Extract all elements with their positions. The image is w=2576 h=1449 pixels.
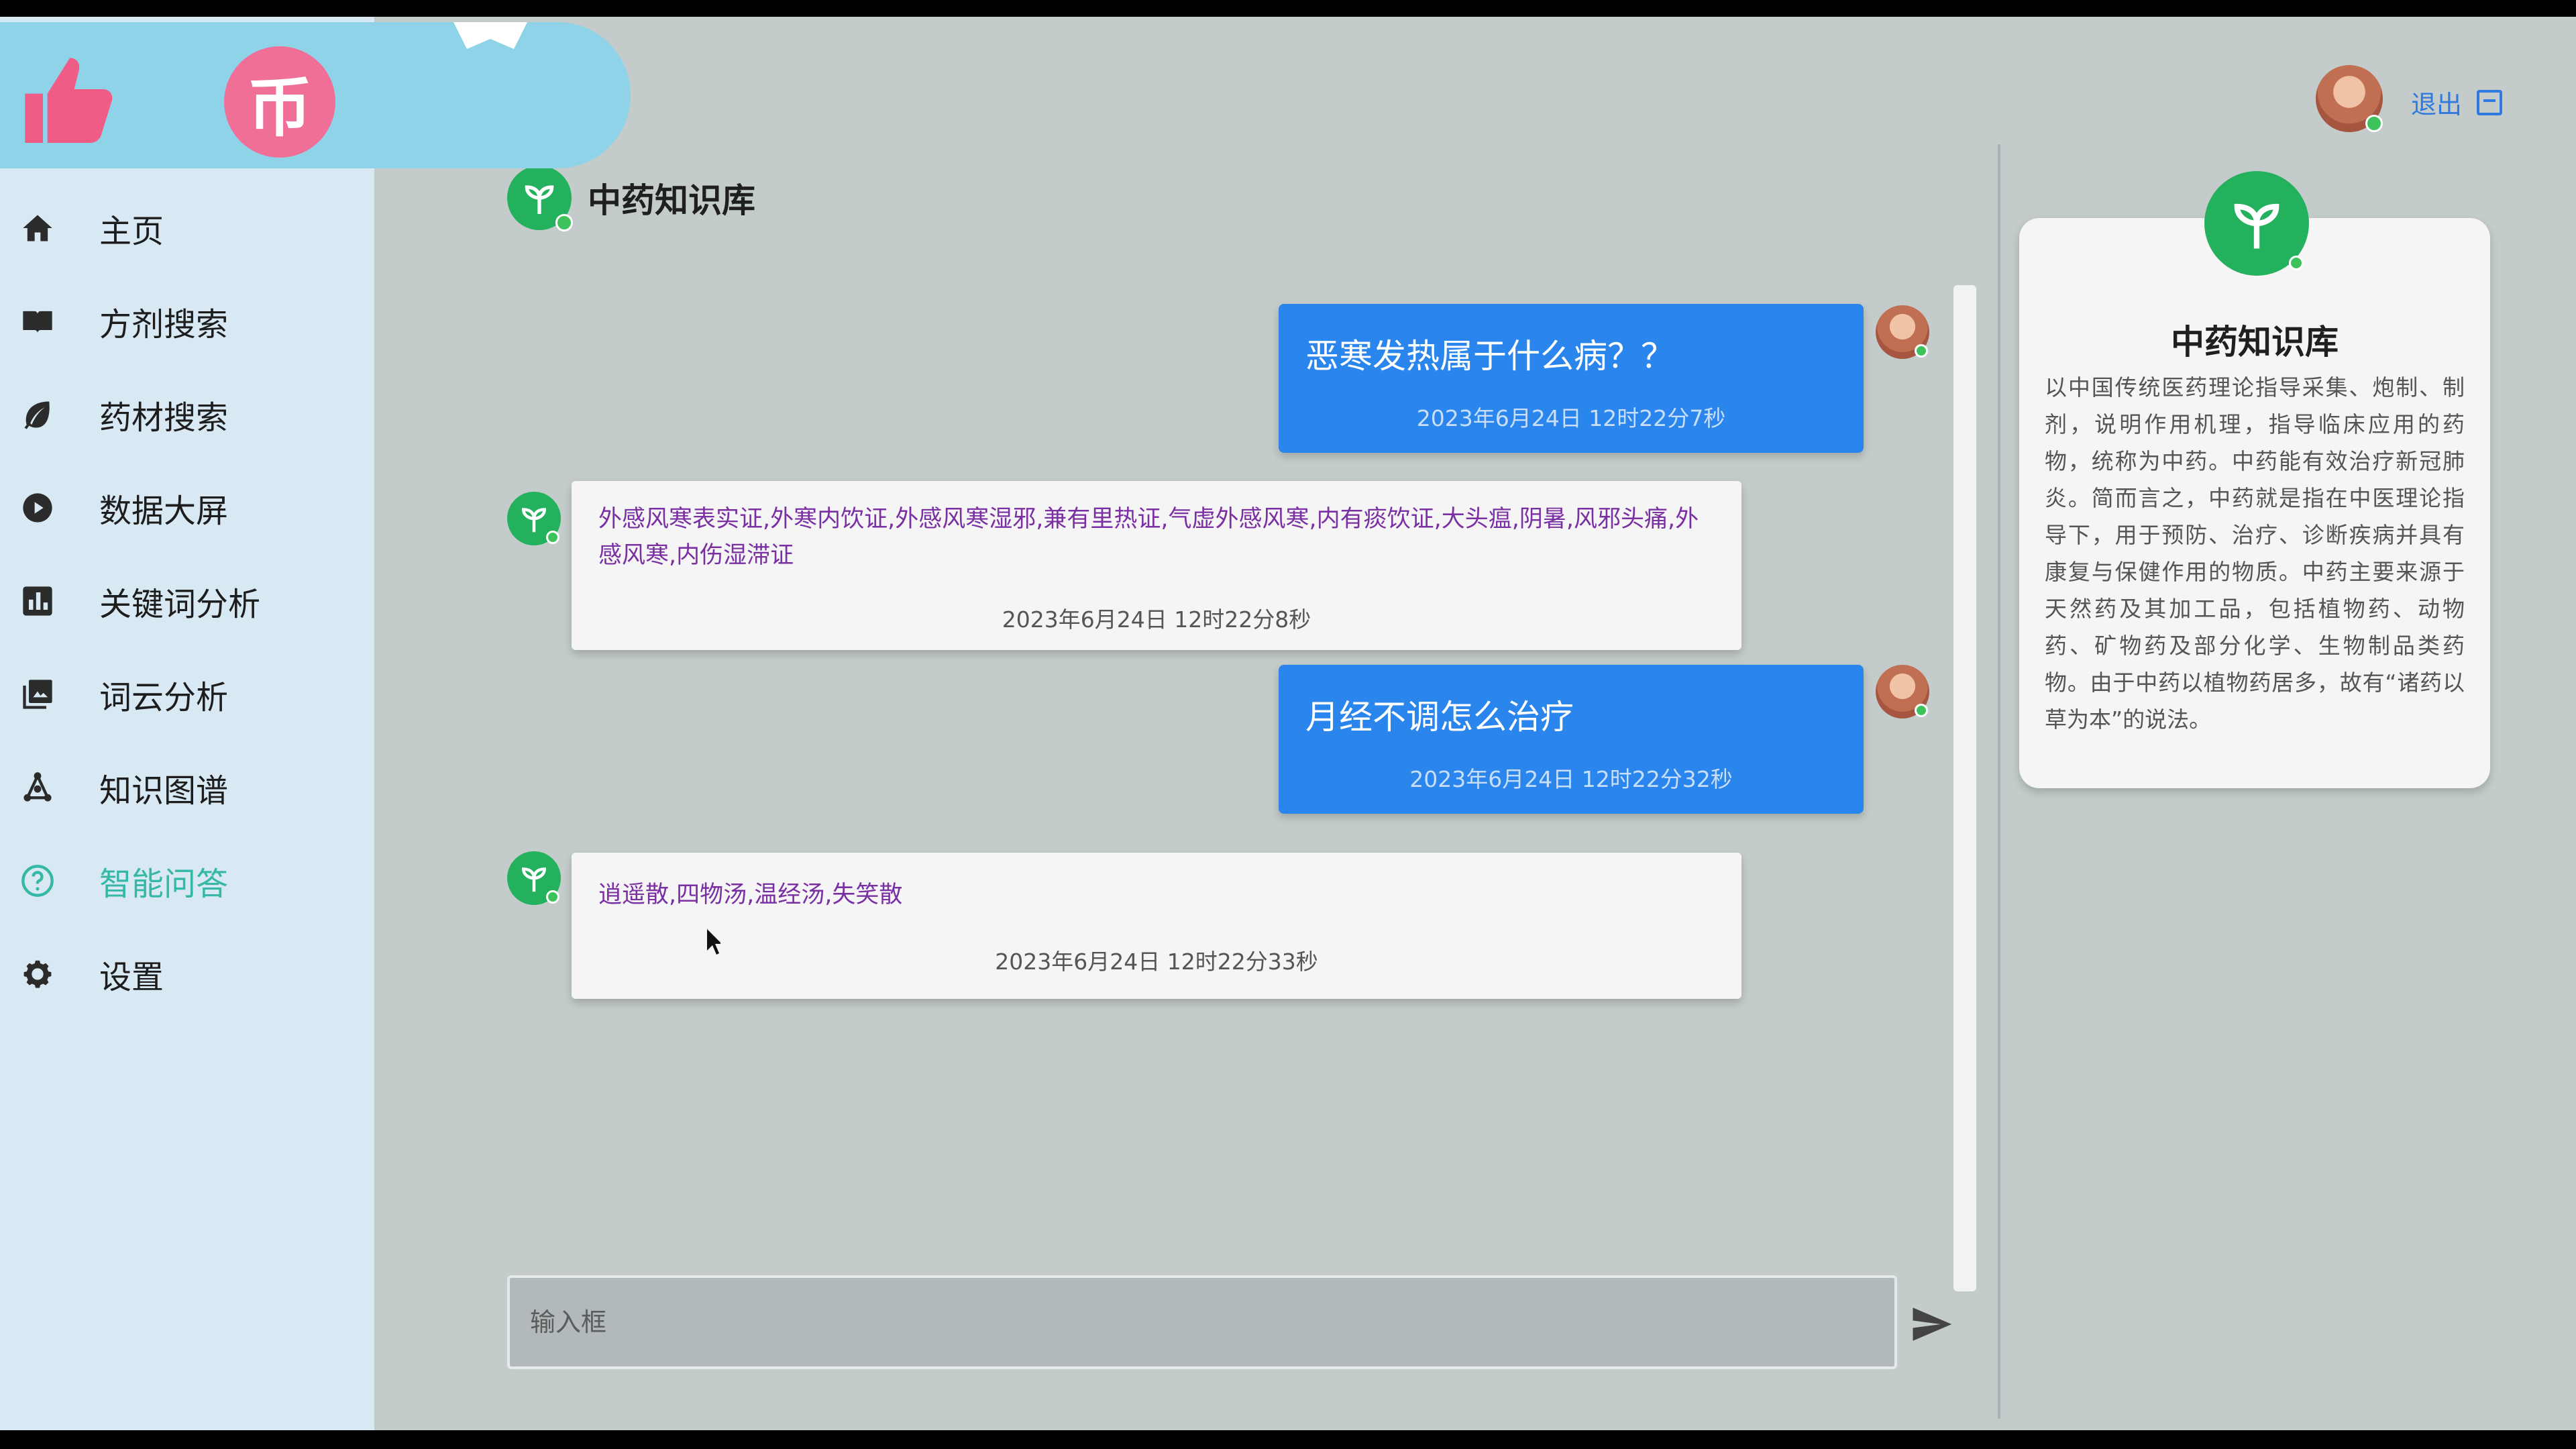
chat-title: 中药知识库 — [588, 181, 755, 220]
online-status-dot — [546, 531, 559, 544]
coin-icon[interactable]: 币 — [224, 46, 335, 158]
question-icon — [19, 862, 56, 900]
card-title: 中药知识库 — [2171, 323, 2339, 362]
message-time: 2023年6月24日 12时22分32秒 — [1409, 766, 1733, 792]
logout-button[interactable]: 退出 — [2411, 84, 2503, 121]
sidebar-item-label: 方剂搜索 — [99, 305, 229, 343]
sprout-icon — [521, 508, 547, 533]
sidebar-item-label: 设置 — [99, 958, 164, 996]
card-avatar — [2204, 171, 2309, 276]
sidebar-item-herb-search[interactable]: 药材搜索 — [0, 368, 374, 461]
sidebar-item-label: 词云分析 — [99, 678, 229, 716]
sidebar-item-label: 智能问答 — [99, 865, 229, 903]
panel-divider — [1998, 144, 2000, 1419]
sidebar-item-smart-qa[interactable]: 智能问答 — [0, 834, 374, 927]
chat-scrollbar[interactable] — [1953, 285, 1976, 1291]
bot-message: 逍遥散,四物汤,温经汤,失笑散 2023年6月24日 12时22分33秒 — [572, 853, 1741, 999]
app-screen: 主页 方剂搜索 药材搜索 数据大屏 关键词分析 词云分析 知识图谱 智能问答 设… — [0, 17, 2576, 1430]
send-button[interactable] — [1909, 1302, 1953, 1346]
sidebar-item-wordcloud[interactable]: 词云分析 — [0, 647, 374, 741]
book-icon — [19, 303, 56, 340]
bot-avatar — [507, 166, 573, 231]
sidebar-item-label: 主页 — [99, 212, 164, 250]
sidebar-nav: 主页 方剂搜索 药材搜索 数据大屏 关键词分析 词云分析 知识图谱 智能问答 设… — [0, 181, 374, 1020]
online-status-dot — [546, 890, 559, 904]
thumbs-up-icon[interactable] — [16, 49, 123, 156]
user-message: 恶寒发热属于什么病？？ 2023年6月24日 12时22分7秒 — [1279, 304, 1864, 453]
message-text: 月经不调怎么治疗 — [1305, 698, 1574, 737]
chat-input-box[interactable] — [507, 1275, 1897, 1369]
message-time: 2023年6月24日 12时22分33秒 — [995, 949, 1318, 975]
logout-label: 退出 — [2411, 90, 2463, 119]
knowledge-base-card: 中药知识库 以中国传统医药理论指导采集、炮制、制剂，说明作用机理，指导临床应用的… — [2019, 218, 2490, 788]
mouse-cursor-icon — [707, 929, 720, 955]
user-avatar[interactable] — [2316, 65, 2383, 132]
floating-widget-bar: 币 — [0, 22, 631, 168]
user-message: 月经不调怎么治疗 2023年6月24日 12时22分32秒 — [1279, 665, 1864, 814]
bot-avatar-small — [507, 851, 561, 905]
send-icon — [1913, 1307, 1952, 1341]
online-status-dot — [555, 214, 573, 231]
sprout-icon — [521, 867, 547, 892]
sidebar: 主页 方剂搜索 药材搜索 数据大屏 关键词分析 词云分析 知识图谱 智能问答 设… — [0, 17, 374, 1430]
bot-message: 外感风寒表实证,外寒内饮证,外感风寒湿邪,兼有里热证,气虚外感风寒,内有痰饮证,… — [572, 481, 1741, 650]
sprout-icon — [525, 185, 554, 214]
online-status-dot — [1915, 344, 1928, 358]
user-avatar-small — [1876, 665, 1929, 718]
sidebar-item-home[interactable]: 主页 — [0, 181, 374, 274]
sidebar-item-label: 知识图谱 — [99, 771, 229, 810]
graph-icon — [19, 769, 56, 806]
play-icon — [19, 489, 56, 527]
sidebar-item-settings[interactable]: 设置 — [0, 927, 374, 1020]
sidebar-item-label: 药材搜索 — [99, 398, 229, 437]
message-time: 2023年6月24日 12时22分7秒 — [1416, 405, 1726, 431]
sidebar-item-keyword-analysis[interactable]: 关键词分析 — [0, 554, 374, 647]
image-stack-icon — [19, 676, 56, 713]
chat-header: 中药知识库 — [507, 166, 755, 231]
sidebar-item-formula-search[interactable]: 方剂搜索 — [0, 274, 374, 368]
sidebar-item-label: 关键词分析 — [99, 585, 261, 623]
user-avatar-small — [1876, 305, 1929, 359]
decoration-icon — [453, 22, 527, 62]
sidebar-item-knowledge-graph[interactable]: 知识图谱 — [0, 741, 374, 834]
sidebar-item-dashboard[interactable]: 数据大屏 — [0, 461, 374, 554]
chat-input[interactable] — [510, 1278, 1894, 1366]
leaf-icon — [19, 396, 56, 433]
card-description: 以中国传统医药理论指导采集、炮制、制剂，说明作用机理，指导临床应用的药物，统称为… — [2045, 374, 2465, 733]
message-text: 外感风寒表实证,外寒内饮证,外感风寒湿邪,兼有里热证,气虚外感风寒,内有痰饮证,… — [598, 506, 1699, 569]
message-text: 逍遥散,四物汤,温经汤,失笑散 — [598, 881, 903, 908]
message-text: 恶寒发热属于什么病？？ — [1305, 337, 1674, 376]
sidebar-item-label: 数据大屏 — [99, 492, 229, 530]
bar-chart-icon — [19, 582, 56, 620]
bot-avatar-small — [507, 492, 561, 545]
home-icon — [19, 209, 56, 247]
online-status-dot — [1915, 704, 1928, 717]
sprout-icon — [2234, 203, 2279, 249]
message-time: 2023年6月24日 12时22分8秒 — [1002, 606, 1311, 633]
online-status-dot — [2365, 115, 2383, 132]
online-status-dot — [2289, 256, 2304, 270]
gear-icon — [19, 955, 56, 993]
logout-icon — [2477, 89, 2503, 115]
coin-glyph: 币 — [248, 70, 312, 146]
